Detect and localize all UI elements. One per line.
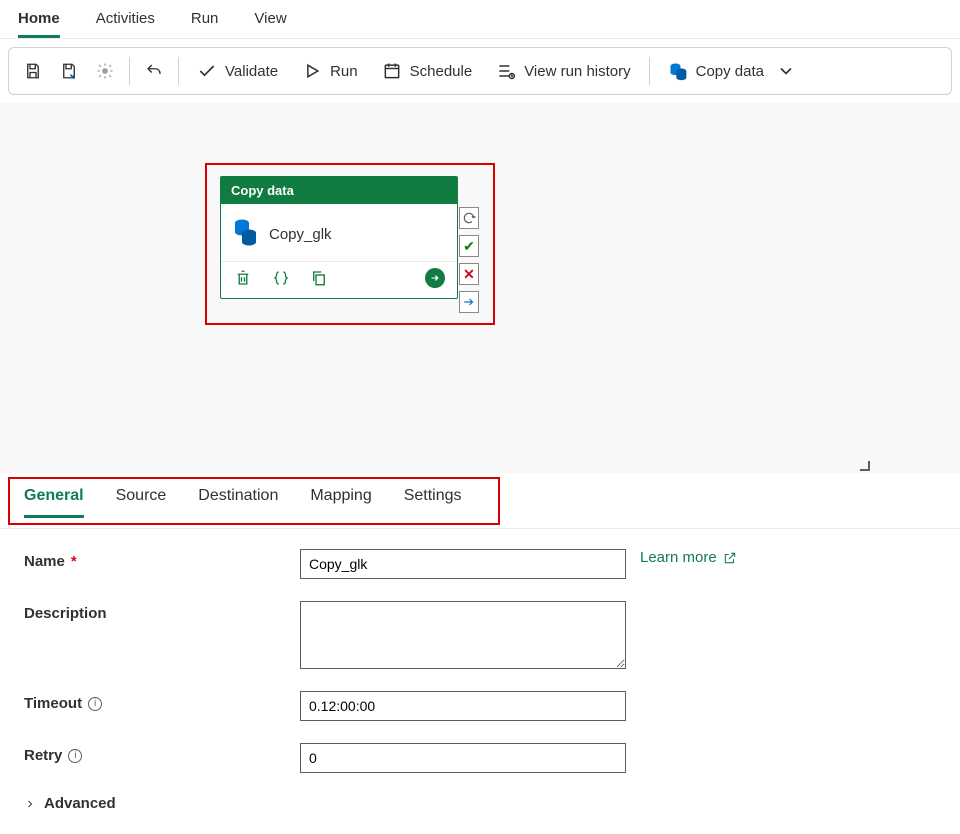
timeout-input[interactable] — [300, 691, 626, 721]
retry-label: Retry — [24, 747, 62, 764]
property-tabs: General Source Destination Mapping Setti… — [0, 473, 960, 529]
activity-copy-data[interactable]: Copy data Copy_glk — [220, 176, 458, 299]
name-input[interactable] — [300, 549, 626, 579]
delete-icon[interactable] — [233, 268, 253, 288]
tab-settings[interactable]: Settings — [404, 487, 462, 518]
advanced-toggle[interactable]: Advanced — [24, 795, 936, 812]
view-run-history-button[interactable]: View run history — [488, 57, 638, 85]
separator — [649, 57, 650, 85]
run-label: Run — [330, 63, 358, 80]
tab-activities[interactable]: Activities — [96, 10, 155, 38]
info-icon[interactable]: i — [68, 749, 82, 763]
description-input[interactable] — [300, 601, 626, 669]
port-failure[interactable]: ✕ — [459, 263, 479, 285]
copy-data-label: Copy data — [696, 63, 764, 80]
undo-icon[interactable] — [140, 57, 168, 85]
description-label: Description — [24, 605, 107, 622]
port-success[interactable]: ✔ — [459, 235, 479, 257]
pipeline-canvas[interactable]: Copy data Copy_glk — [0, 103, 960, 473]
run-button[interactable]: Run — [294, 57, 366, 85]
tab-general[interactable]: General — [24, 487, 84, 518]
info-icon[interactable]: i — [88, 697, 102, 711]
learn-more-link[interactable]: Learn more — [640, 549, 737, 566]
name-label: Name — [24, 553, 65, 570]
validate-button[interactable]: Validate — [189, 57, 286, 85]
retry-input[interactable] — [300, 743, 626, 773]
save-as-icon[interactable] — [55, 57, 83, 85]
tab-destination[interactable]: Destination — [198, 487, 278, 518]
tab-home[interactable]: Home — [18, 10, 60, 38]
settings-icon[interactable] — [91, 57, 119, 85]
code-icon[interactable] — [271, 268, 291, 288]
chevron-down-icon — [776, 61, 796, 81]
validate-label: Validate — [225, 63, 278, 80]
separator — [129, 57, 130, 85]
copy-icon[interactable] — [309, 268, 329, 288]
copy-data-button[interactable]: Copy data — [660, 57, 804, 85]
advanced-label: Advanced — [44, 795, 116, 812]
general-form: Name * Learn more Description Timeout i … — [0, 529, 960, 832]
tab-run[interactable]: Run — [191, 10, 219, 38]
timeout-label: Timeout — [24, 695, 82, 712]
port-skip[interactable] — [459, 291, 479, 313]
activity-name: Copy_glk — [269, 226, 332, 243]
schedule-label: Schedule — [410, 63, 473, 80]
activity-header: Copy data — [221, 177, 457, 204]
chevron-right-icon — [24, 798, 36, 810]
external-link-icon — [723, 551, 737, 565]
history-label: View run history — [524, 63, 630, 80]
schedule-button[interactable]: Schedule — [374, 57, 481, 85]
database-icon — [233, 218, 257, 251]
top-tabs: Home Activities Run View — [0, 0, 960, 39]
learn-more-label: Learn more — [640, 549, 717, 566]
separator — [178, 57, 179, 85]
tab-source[interactable]: Source — [116, 487, 167, 518]
tab-view[interactable]: View — [254, 10, 286, 38]
run-activity-icon[interactable] — [425, 268, 445, 288]
resize-grip[interactable] — [860, 461, 870, 471]
required-marker: * — [71, 553, 77, 570]
port-retry[interactable] — [459, 207, 479, 229]
save-icon[interactable] — [19, 57, 47, 85]
toolbar: Validate Run Schedule View run history C… — [8, 47, 952, 95]
tab-mapping[interactable]: Mapping — [310, 487, 371, 518]
